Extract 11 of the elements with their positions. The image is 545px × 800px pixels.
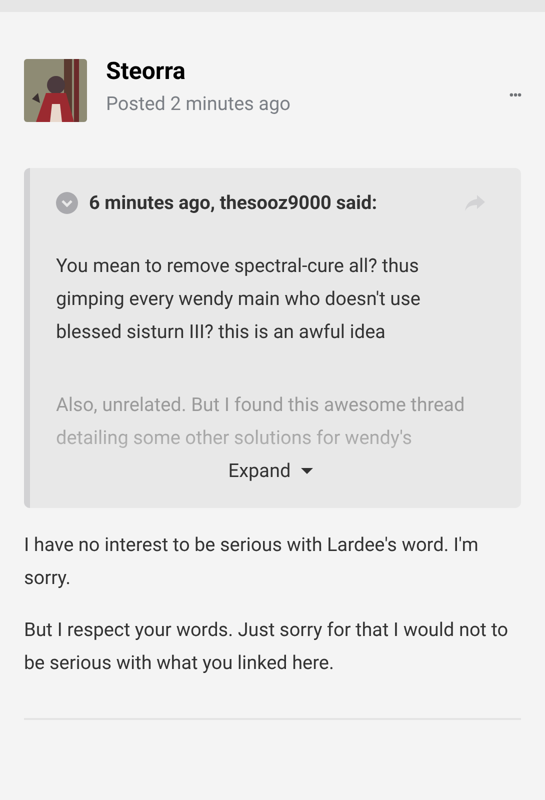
- expand-button[interactable]: Expand: [228, 458, 313, 484]
- quote-text: Also, unrelated. But I found this awesome thread detailing some other solutions for wendy's: [56, 392, 466, 451]
- quote-text: You mean to remove spectral-cure all? thus gimping every wendy main who doesn't use blessed sisturn III? this is an awful idea: [56, 253, 422, 345]
- caret-icon: [300, 467, 313, 475]
- quote-header: 6 minutes ago, thesooz9000 said:: [89, 190, 378, 216]
- post-paragraph: But I respect your words. Just sorry for that I would not to be serious with what you linked here.: [24, 617, 510, 676]
- post-paragraph: I have no interest to be serious with Lardee's word. I'm sorry.: [24, 532, 480, 591]
- author-name[interactable]: Steorra: [106, 55, 291, 87]
- post-time: Posted 2 minutes ago: [106, 91, 291, 117]
- more-menu-button[interactable]: •••: [508, 89, 521, 103]
- collapse-icon[interactable]: [56, 192, 78, 214]
